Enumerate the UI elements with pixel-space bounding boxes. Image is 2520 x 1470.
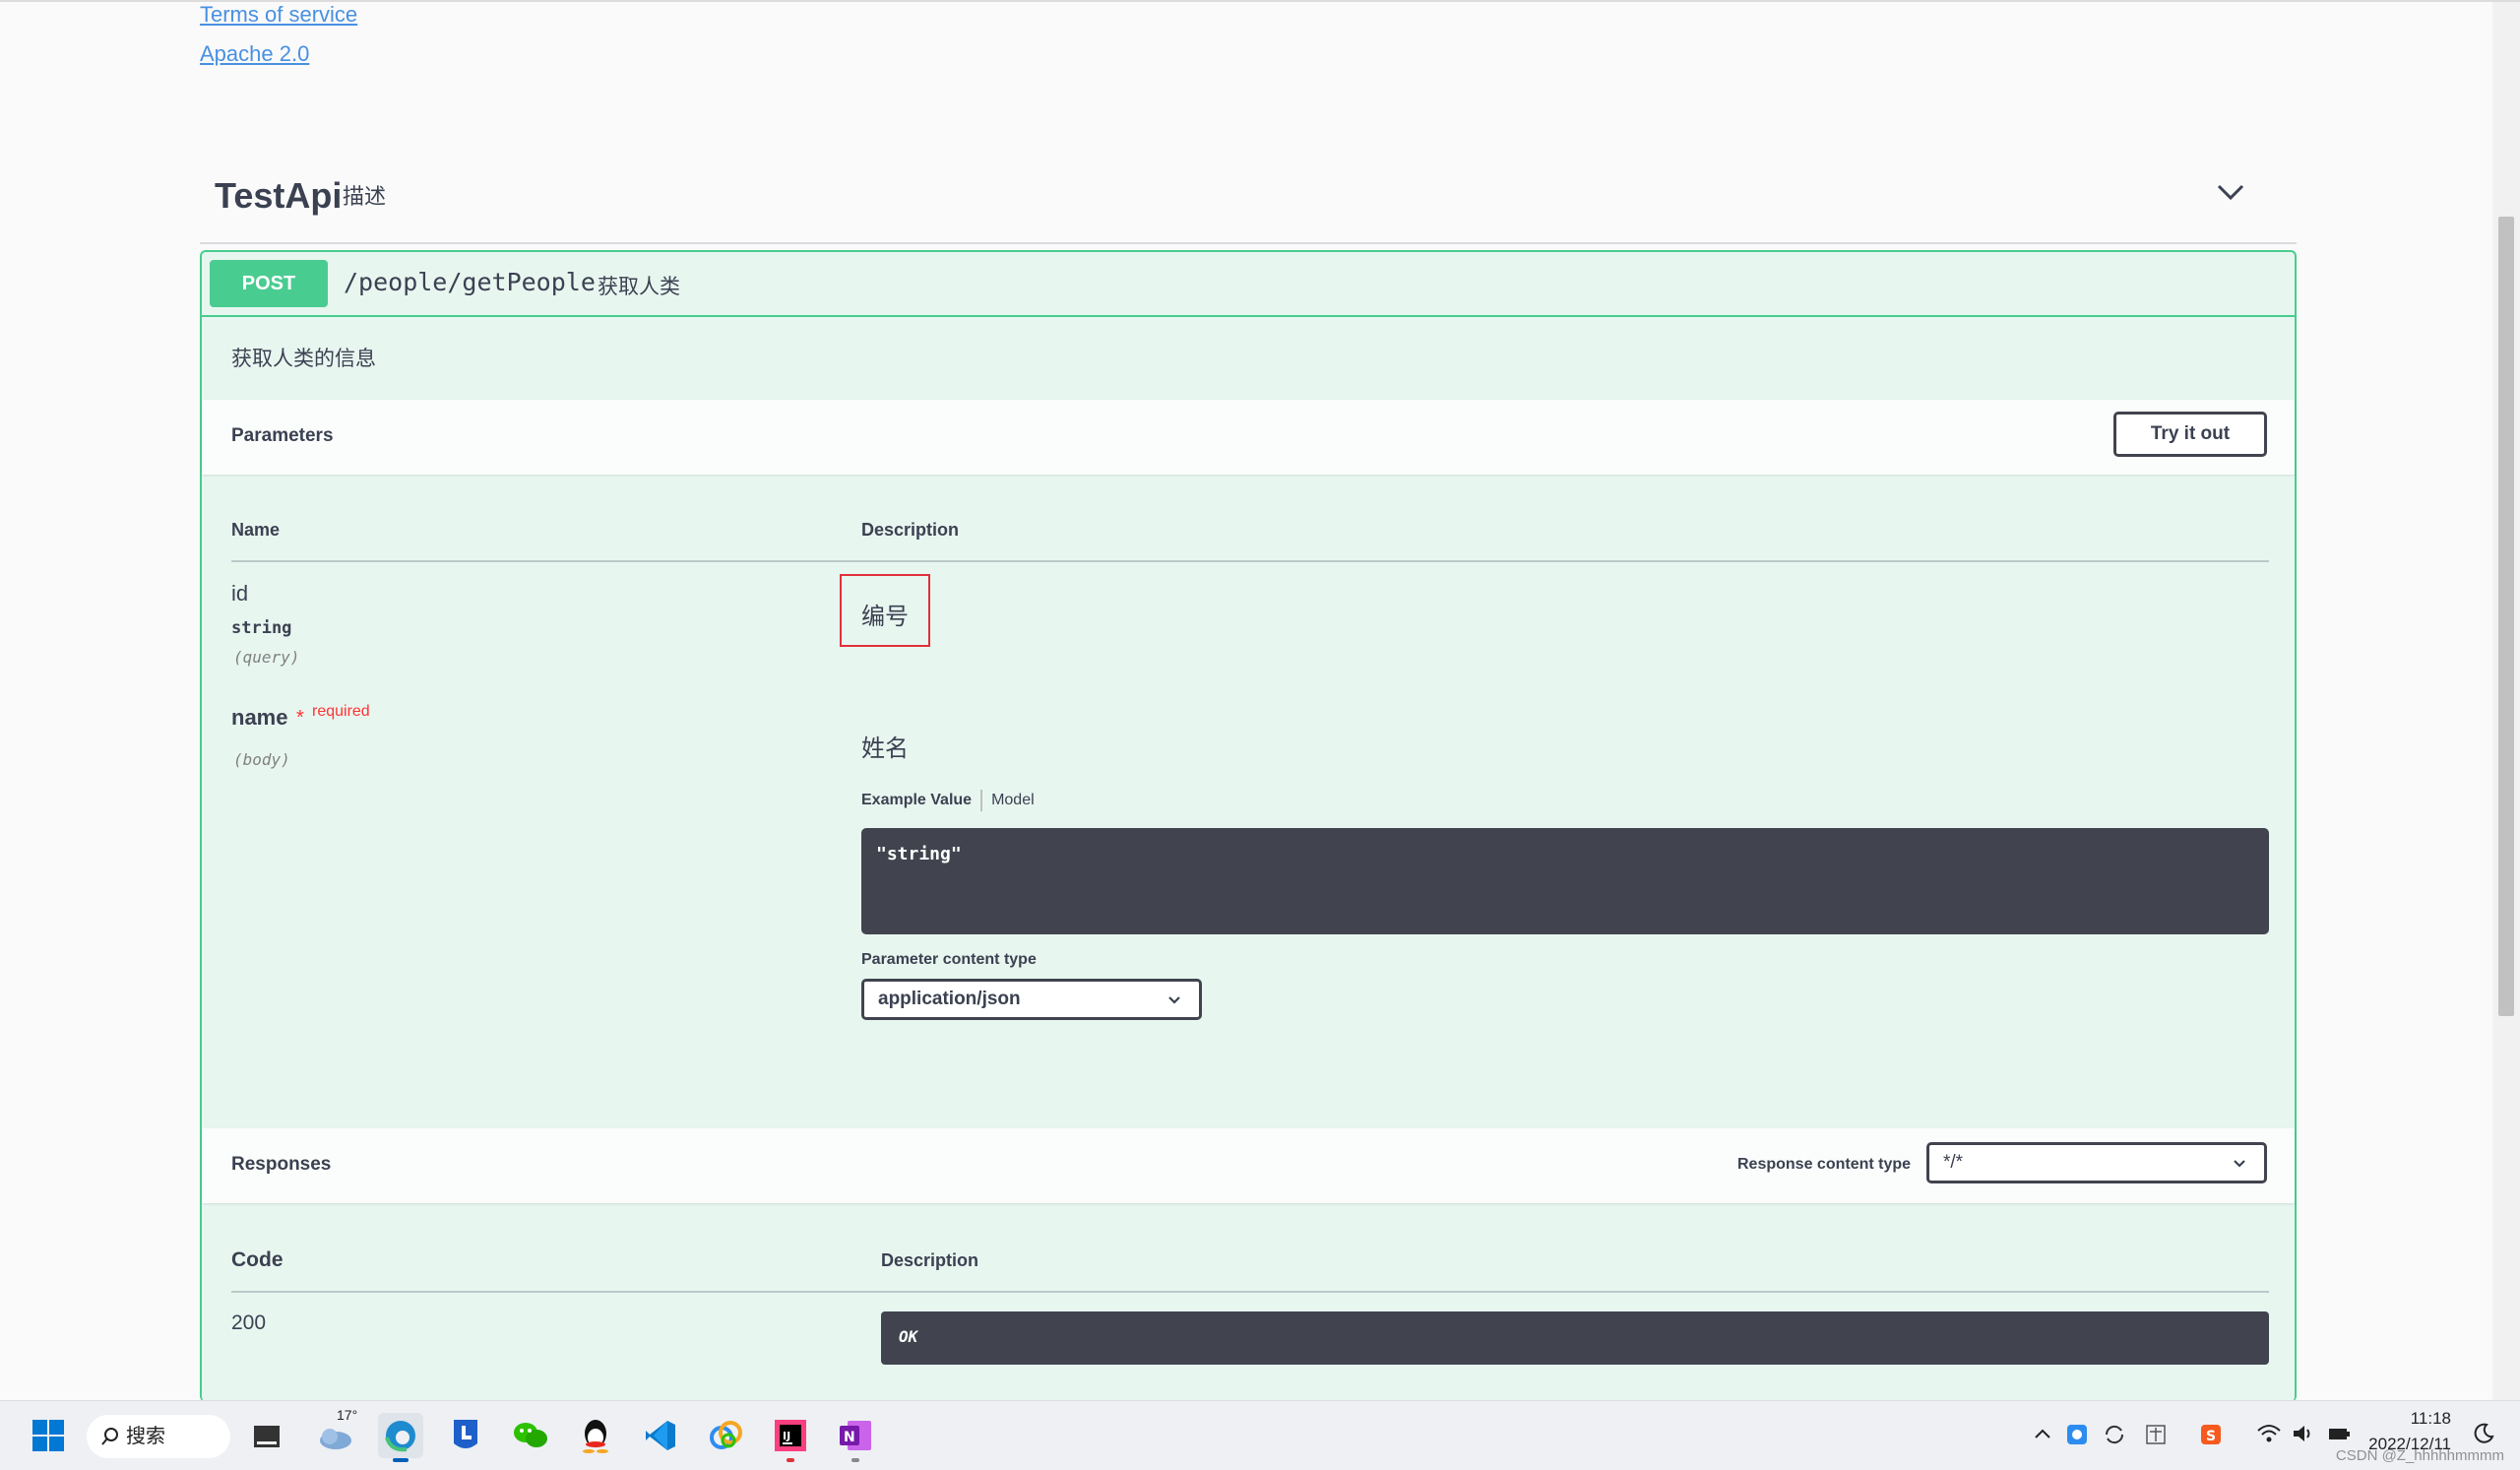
tag-title: TestApi [215, 175, 343, 216]
onenote-icon[interactable]: N [833, 1413, 878, 1462]
svg-text:S: S [2206, 1429, 2216, 1444]
start-icon[interactable] [26, 1413, 71, 1458]
vscode-icon[interactable] [638, 1413, 683, 1458]
edge-icon[interactable] [378, 1413, 423, 1462]
operation-summary[interactable]: POST /people/getPeople 获取人类 [202, 252, 2295, 317]
chevron-up-icon[interactable] [2034, 1427, 2051, 1440]
param-desc-id: 编号 [861, 604, 909, 630]
response-content-type-label: Response content type [1737, 1156, 1912, 1173]
watermark: CSDN @Z_hhhhhmmmm [2335, 1447, 2504, 1464]
operation-path: /people/getPeople [344, 268, 596, 296]
example-value-code[interactable]: "string" [861, 828, 2269, 934]
param-content-type-value: application/json [878, 989, 1021, 1009]
chevron-down-icon [2234, 1160, 2245, 1168]
required-marker: * [296, 707, 304, 729]
param-name-name: name [231, 705, 288, 730]
active-indicator [393, 1458, 409, 1462]
responses-title: Responses [231, 1154, 332, 1175]
method-badge: POST [210, 260, 328, 307]
terms-of-service-link[interactable]: Terms of service [200, 2, 357, 28]
scrollbar-thumb[interactable] [2498, 217, 2514, 1016]
response-content-type-value: */* [1943, 1152, 1964, 1173]
file-explorer-icon[interactable] [244, 1413, 289, 1458]
param-in-name: (body) [233, 750, 290, 769]
resp-table-divider [231, 1291, 2269, 1293]
lenovo-icon[interactable] [443, 1413, 488, 1458]
taskbar-search[interactable]: 搜索 [87, 1415, 230, 1458]
param-content-type-select[interactable]: application/json [861, 979, 1202, 1020]
volume-icon[interactable] [2292, 1423, 2315, 1444]
response-description: OK [881, 1311, 2269, 1365]
param-type-id: string [231, 618, 292, 638]
moon-icon[interactable] [2473, 1423, 2494, 1444]
response-content-type-select[interactable]: */* [1926, 1142, 2267, 1183]
resp-col-code: Code [231, 1248, 284, 1271]
parameters-header: Parameters Try it out [202, 400, 2295, 475]
operation-description: 获取人类的信息 [231, 348, 376, 370]
license-link[interactable]: Apache 2.0 [200, 41, 309, 67]
weather-icon[interactable]: 17° [313, 1407, 358, 1458]
response-code: 200 [231, 1311, 267, 1334]
wifi-icon[interactable] [2256, 1423, 2282, 1444]
intellij-icon[interactable]: IJ [768, 1413, 813, 1462]
try-it-out-button[interactable]: Try it out [2113, 412, 2267, 457]
input-method-icon[interactable] [2144, 1423, 2168, 1446]
tray-app-icon[interactable] [2065, 1423, 2089, 1446]
sogou-icon[interactable]: S [2199, 1423, 2223, 1446]
tab-separator [980, 790, 983, 811]
param-content-type-label: Parameter content type [861, 951, 1037, 968]
responses-header: Responses Response content type */* [202, 1128, 2295, 1203]
param-in-id: (query) [233, 648, 300, 667]
active-indicator [851, 1458, 859, 1462]
search-icon [101, 1428, 118, 1445]
vertical-scrollbar[interactable] [2492, 2, 2520, 1400]
sync-icon[interactable] [2103, 1423, 2126, 1446]
svg-text:N: N [844, 1430, 855, 1445]
operation-summary-text: 获取人类 [598, 276, 680, 298]
search-label: 搜索 [126, 1426, 165, 1447]
wechat-icon[interactable] [508, 1413, 553, 1458]
operation-block: POST /people/getPeople 获取人类 获取人类的信息 Para… [200, 250, 2297, 1400]
example-value-tab[interactable]: Example Value [861, 792, 972, 808]
svg-text:IJ: IJ [783, 1430, 790, 1442]
chevron-down-icon[interactable] [2216, 177, 2245, 207]
param-name-id: id [231, 581, 249, 606]
chevron-down-icon [1168, 996, 1180, 1004]
model-tab[interactable]: Model [991, 792, 1035, 808]
example-model-tabs: Example Value Model [861, 790, 1035, 811]
active-indicator [787, 1458, 794, 1462]
weather-temp: 17° [337, 1407, 358, 1423]
required-label: required [312, 703, 370, 720]
tag-section-header[interactable]: TestApi 描述 [200, 169, 2297, 244]
parameters-title: Parameters [231, 425, 334, 446]
param-col-name: Name [231, 520, 281, 540]
resp-col-description: Description [881, 1250, 979, 1270]
param-col-description: Description [861, 520, 960, 540]
app-icon[interactable] [703, 1413, 748, 1458]
taskbar: 搜索 17° IJ N S 11:18 2022/12/11 CSDN @Z_h… [0, 1400, 2520, 1470]
qq-icon[interactable] [573, 1413, 618, 1458]
clock-time[interactable]: 11:18 [2333, 1409, 2451, 1429]
browser-viewport: Terms of service Apache 2.0 TestApi 描述 P… [0, 0, 2520, 1400]
param-desc-name: 姓名 [861, 735, 909, 762]
param-table-divider [231, 560, 2269, 562]
tag-description: 描述 [343, 184, 387, 209]
